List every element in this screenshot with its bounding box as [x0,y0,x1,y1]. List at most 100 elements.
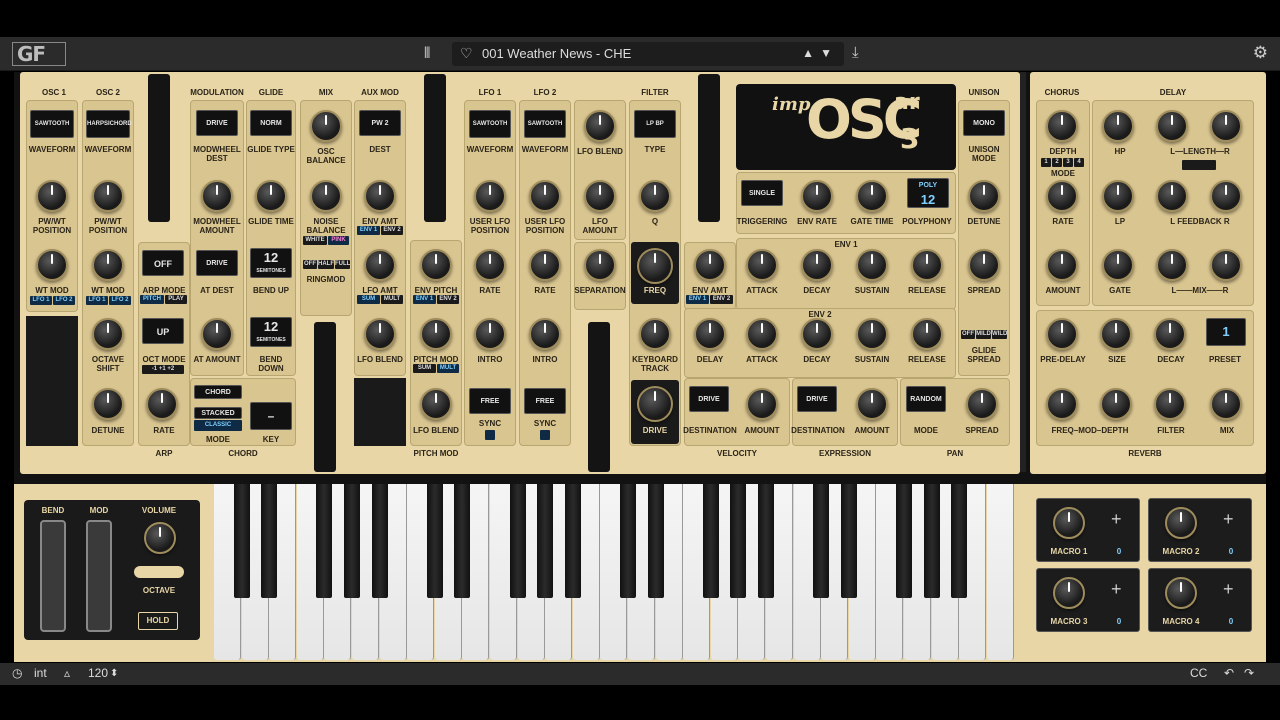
filter-q-knob[interactable] [639,180,671,212]
modwheel-amount-knob[interactable] [201,180,233,212]
arp-onoff-display[interactable]: OFF [142,250,184,276]
preset-selector[interactable]: ♡ 001 Weather News - CHE ▲ ▼ [452,42,844,66]
arp-pitch-tag[interactable]: PITCH [140,295,164,304]
black-key[interactable] [840,484,857,598]
bend-down-display[interactable]: 12 SEMITONES [250,317,292,347]
env2-release-knob[interactable] [911,318,943,350]
black-key[interactable] [509,484,526,598]
delay-feedback-l-knob[interactable] [1156,180,1188,212]
pitchmod-env2-tag[interactable]: ENV 2 [437,295,459,304]
osc2-lfo1-tag[interactable]: LFO 1 [86,296,108,305]
auxmod-dest-display[interactable]: PW 2 [359,110,401,136]
at-amount-knob[interactable] [201,318,233,350]
lfo2-user-lfo-knob[interactable] [529,180,561,212]
env1-attack-knob[interactable] [746,249,778,281]
glide-spread-off[interactable]: OFF [961,330,975,339]
auxmod-env2-tag[interactable]: ENV 2 [381,226,403,235]
black-key[interactable] [454,484,471,598]
env1-sustain-knob[interactable] [856,249,888,281]
black-key[interactable] [316,484,333,598]
mod-wheel[interactable] [86,520,112,632]
env-rate-knob[interactable] [801,180,833,212]
black-key[interactable] [813,484,830,598]
metronome-icon[interactable]: ▵ [64,666,70,680]
osc1-pwwt-knob[interactable] [36,180,68,212]
at-dest-display[interactable]: DRIVE [196,250,238,276]
osc-balance-knob[interactable] [310,110,342,142]
delay-feedback-r-knob[interactable] [1210,180,1242,212]
velocity-dest-display[interactable]: DRIVE [689,386,729,412]
env1-decay-knob[interactable] [801,249,833,281]
chord-key-display[interactable]: – [250,402,292,430]
octave-leds[interactable] [134,566,184,578]
unison-detune-knob[interactable] [968,180,1000,212]
osc2-pwwt-knob[interactable] [92,180,124,212]
black-key[interactable] [537,484,554,598]
black-key[interactable] [233,484,250,598]
chorus-mode-1[interactable]: 1 [1041,158,1051,167]
gate-time-knob[interactable] [856,180,888,212]
black-key[interactable] [730,484,747,598]
ringmod-off-option[interactable]: OFF [303,260,317,269]
glide-time-knob[interactable] [255,180,287,212]
library-icon[interactable]: ⫴ [424,45,430,62]
black-key[interactable] [702,484,719,598]
env2-sustain-knob[interactable] [856,318,888,350]
reverb-freq-knob[interactable] [1046,388,1078,420]
redo-icon[interactable]: ↷ [1244,666,1254,680]
lfo1-rate-knob[interactable] [474,249,506,281]
delay-length-l-knob[interactable] [1156,110,1188,142]
reverb-preset-display[interactable]: 1 [1206,318,1246,346]
lfo1-sync-toggle-icon[interactable] [485,430,495,440]
preset-next-icon[interactable]: ▼ [820,46,832,60]
black-key[interactable] [426,484,443,598]
lfo1-sync-display[interactable]: FREE [469,388,511,414]
noise-pink-option[interactable]: PINK [328,236,349,245]
chord-display[interactable]: CHORD [194,385,242,399]
osc-detune-knob[interactable] [92,388,124,420]
lfo-amount-knob[interactable] [584,180,616,212]
black-key[interactable] [371,484,388,598]
download-icon[interactable]: ⤓ [852,44,859,61]
black-key[interactable] [620,484,636,598]
filter-drive-knob[interactable] [637,386,673,422]
unison-mode-display[interactable]: MONO [963,110,1005,136]
filter-type-display[interactable]: LP BP [634,110,676,138]
delay-mix-r-knob[interactable] [1210,249,1242,281]
tempo-value[interactable]: 120 [88,666,108,680]
unison-spread-knob[interactable] [968,249,1000,281]
env2-attack-knob[interactable] [746,318,778,350]
macro-3-knob[interactable] [1053,577,1085,609]
reverb-decay-knob[interactable] [1154,318,1186,350]
black-key[interactable] [344,484,360,598]
triggering-display[interactable]: SINGLE [741,180,783,206]
black-key[interactable] [647,484,664,598]
velocity-amount-knob[interactable] [746,388,778,420]
octave-shift-knob[interactable] [92,318,124,350]
lfo1-intro-knob[interactable] [474,318,506,350]
chorus-amount-knob[interactable] [1046,249,1078,281]
osc1-waveform-display[interactable]: SAWTOOTH [30,110,74,138]
delay-hp-knob[interactable] [1102,110,1134,142]
clock-source[interactable]: int [34,666,47,680]
white-key[interactable] [986,484,1014,660]
black-key[interactable] [951,484,968,598]
macro-2-crosshair-icon[interactable]: + [1223,509,1234,530]
macro-2-knob[interactable] [1165,507,1197,539]
env2-decay-knob[interactable] [801,318,833,350]
black-key[interactable] [564,484,581,598]
ringmod-full-option[interactable]: FULL [335,260,350,269]
env-pitch-knob[interactable] [420,249,452,281]
macro-3-crosshair-icon[interactable]: + [1111,579,1122,600]
delay-gate-knob[interactable] [1102,249,1134,281]
filter-env2-tag[interactable]: ENV 2 [710,295,733,304]
osc1-lfo2-tag[interactable]: LFO 2 [53,296,75,305]
lfo2-sync-toggle-icon[interactable] [540,430,550,440]
noise-white-option[interactable]: WHITE [303,236,327,245]
expression-amount-knob[interactable] [856,388,888,420]
auxmod-mult-tag[interactable]: MULT [381,295,403,304]
volume-knob[interactable] [144,522,176,554]
auxmod-sum-tag[interactable]: SUM [357,295,380,304]
delay-lp-knob[interactable] [1102,180,1134,212]
cc-button[interactable]: CC [1190,666,1207,680]
